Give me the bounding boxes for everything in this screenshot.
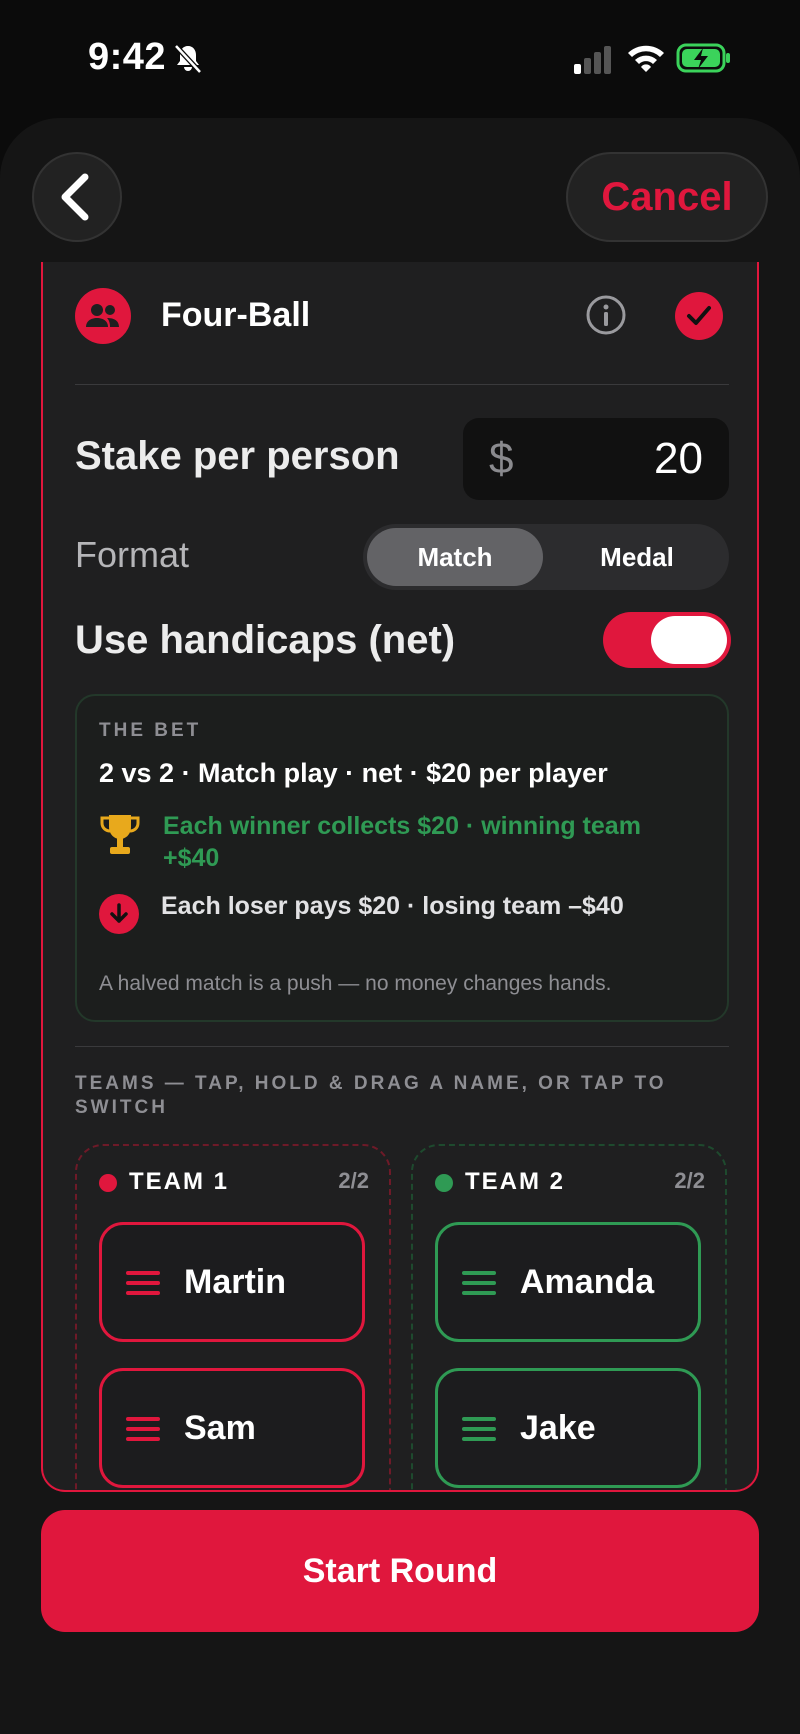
player-card-amanda[interactable]: Amanda xyxy=(435,1222,701,1342)
push-note: A halved match is a push — no money chan… xyxy=(99,972,612,995)
trophy-icon xyxy=(100,815,140,854)
wifi-icon xyxy=(628,45,664,72)
bet-summary: 2 vs 2 · Match play · net · $20 per play… xyxy=(99,758,608,788)
currency-symbol: $ xyxy=(489,434,514,483)
player-name: Sam xyxy=(184,1409,256,1447)
format-segmented-control: Match Medal xyxy=(363,524,729,590)
game-card: Four-Ball Stake per person $ 20 Format M… xyxy=(41,262,759,1492)
stake-value: 20 xyxy=(654,434,703,483)
divider xyxy=(75,384,729,385)
status-bar: 9:42 xyxy=(0,0,800,110)
team-count: 2/2 xyxy=(338,1168,369,1193)
drag-handle-icon[interactable] xyxy=(126,1271,160,1295)
player-name: Martin xyxy=(184,1263,286,1301)
stake-label: Stake per person xyxy=(75,434,400,478)
game-title: Four-Ball xyxy=(161,296,311,334)
winner-payout-text: Each winner collects $20 · winning team … xyxy=(163,812,641,872)
divider xyxy=(75,1046,729,1047)
team-2-dropzone[interactable]: TEAM 2 2/2 Amanda Jake xyxy=(411,1144,727,1490)
selected-check-icon[interactable] xyxy=(675,292,723,340)
back-button[interactable] xyxy=(32,152,122,242)
start-round-button[interactable]: Start Round xyxy=(41,1510,759,1632)
team-1-dropzone[interactable]: TEAM 1 2/2 Martin Sam xyxy=(75,1144,391,1490)
arrow-down-icon xyxy=(99,894,139,934)
bet-heading: THE BET xyxy=(99,720,202,741)
format-option-medal[interactable]: Medal xyxy=(549,528,725,586)
drag-handle-icon[interactable] xyxy=(462,1417,496,1441)
cellular-signal-icon xyxy=(574,46,611,74)
bell-slash-icon xyxy=(174,44,202,74)
cancel-button[interactable]: Cancel xyxy=(566,152,768,242)
teams-heading: TEAMS — TAP, HOLD & DRAG A NAME, OR TAP … xyxy=(75,1073,667,1118)
bet-summary-box: THE BET 2 vs 2 · Match play · net · $20 … xyxy=(75,694,729,1022)
battery-charging-icon xyxy=(676,43,730,73)
format-option-match[interactable]: Match xyxy=(367,528,543,586)
drag-handle-icon[interactable] xyxy=(126,1417,160,1441)
team-name: TEAM 2 xyxy=(465,1168,566,1195)
team-color-dot xyxy=(99,1174,117,1192)
player-name: Jake xyxy=(520,1409,596,1447)
team-color-dot xyxy=(435,1174,453,1192)
player-card-martin[interactable]: Martin xyxy=(99,1222,365,1342)
status-time: 9:42 xyxy=(88,36,167,78)
loser-payment-text: Each loser pays $20 · losing team –$40 xyxy=(161,892,624,920)
team-count: 2/2 xyxy=(674,1168,705,1193)
player-name: Amanda xyxy=(520,1263,655,1301)
drag-handle-icon[interactable] xyxy=(462,1271,496,1295)
people-icon xyxy=(75,288,131,344)
handicap-label: Use handicaps (net) xyxy=(75,618,456,662)
info-icon[interactable] xyxy=(585,294,627,336)
chevron-left-icon xyxy=(61,173,89,221)
handicap-toggle[interactable] xyxy=(603,612,731,668)
team-name: TEAM 1 xyxy=(129,1168,230,1195)
player-card-jake[interactable]: Jake xyxy=(435,1368,701,1488)
stake-input[interactable]: $ 20 xyxy=(463,418,729,500)
toggle-knob xyxy=(651,616,727,664)
player-card-sam[interactable]: Sam xyxy=(99,1368,365,1488)
format-label: Format xyxy=(75,534,190,575)
